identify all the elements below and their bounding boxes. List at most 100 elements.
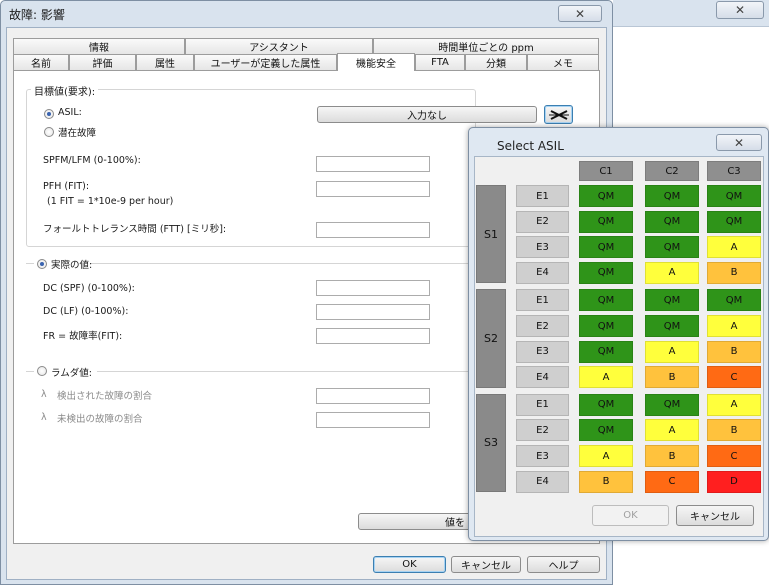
tab-assistant[interactable]: アシスタント	[185, 38, 373, 54]
asil-cell[interactable]: A	[579, 366, 633, 389]
actual-value-label: 実際の値:	[51, 260, 93, 271]
exposure-label: E2	[516, 210, 569, 233]
asil-cell[interactable]: D	[707, 470, 761, 493]
asil-radio[interactable]	[44, 109, 54, 119]
latent-fault-label: 潜在故障	[58, 128, 97, 139]
asil-cell[interactable]: C	[707, 445, 761, 467]
asil-cell[interactable]: B	[645, 445, 699, 467]
tab-ppm-per-time[interactable]: 時間単位ごとの ppm	[373, 38, 599, 54]
asil-cell[interactable]: QM	[707, 185, 761, 207]
tab-name[interactable]: 名前	[13, 54, 69, 70]
pfh-label: PFH (FIT):	[43, 181, 90, 192]
exposure-label: E1	[516, 393, 569, 416]
exposure-label: E3	[516, 236, 569, 259]
ok-button[interactable]: OK	[373, 556, 446, 573]
dialog-close-button[interactable]: ✕	[558, 5, 602, 22]
asil-cell[interactable]: A	[645, 340, 699, 363]
asil-cell[interactable]: QM	[645, 185, 699, 207]
asil-cell[interactable]: QM	[579, 419, 633, 442]
asil-cell[interactable]: QM	[579, 289, 633, 312]
dc-lf-input[interactable]	[316, 304, 430, 320]
asil-cell[interactable]: A	[707, 236, 761, 259]
asil-cell[interactable]: B	[645, 366, 699, 389]
detected-fault-input[interactable]	[316, 388, 430, 404]
dc-spf-label: DC (SPF) (0-100%):	[43, 283, 135, 294]
asil-cell[interactable]: QM	[579, 315, 633, 337]
undetected-fault-label: 未検出の故障の割合	[57, 414, 143, 425]
cancel-button[interactable]: キャンセル	[451, 556, 521, 573]
dialog-title: 故障: 影響	[9, 8, 65, 22]
exposure-label: E1	[516, 185, 569, 207]
asil-value-button[interactable]: 入力なし	[317, 106, 537, 123]
undetected-fault-input[interactable]	[316, 412, 430, 428]
asil-cell[interactable]: B	[707, 261, 761, 284]
asil-cell[interactable]: QM	[579, 236, 633, 259]
asil-cell[interactable]: B	[579, 470, 633, 493]
pfh-input[interactable]	[316, 181, 430, 197]
background-close-button[interactable]: ✕	[716, 1, 764, 19]
asil-cell[interactable]: C	[645, 470, 699, 493]
asil-cell[interactable]: A	[707, 315, 761, 337]
tab-attributes[interactable]: 属性	[136, 54, 194, 70]
asil-ok-button[interactable]: OK	[592, 505, 669, 526]
asil-cell[interactable]: QM	[707, 210, 761, 233]
tab-fta[interactable]: FTA	[415, 54, 465, 70]
asil-cell[interactable]: QM	[645, 393, 699, 416]
ftt-input[interactable]	[316, 222, 430, 238]
controllability-header: C1	[579, 161, 633, 181]
lambda-radio[interactable]	[37, 366, 47, 376]
clear-asil-button[interactable]	[544, 105, 573, 124]
asil-cell[interactable]: QM	[579, 261, 633, 284]
controllability-header: C3	[707, 161, 761, 181]
asil-cell[interactable]: C	[707, 366, 761, 389]
tab-functional-safety[interactable]: 機能安全	[337, 53, 415, 71]
severity-label: S3	[476, 393, 506, 493]
dc-spf-input[interactable]	[316, 280, 430, 296]
clear-icon	[548, 109, 569, 120]
exposure-label: E3	[516, 445, 569, 467]
asil-cell[interactable]: QM	[645, 210, 699, 233]
tab-evaluation[interactable]: 評価	[69, 54, 136, 70]
help-button[interactable]: ヘルプ	[527, 556, 600, 573]
asil-cell[interactable]: QM	[579, 210, 633, 233]
asil-cell[interactable]: QM	[645, 315, 699, 337]
tab-memo[interactable]: メモ	[527, 54, 599, 70]
exposure-label: E4	[516, 366, 569, 389]
actual-group-line-left	[26, 263, 34, 264]
ftt-label: フォールトトレランス時間 (FTT) [ミリ秒]:	[43, 224, 227, 235]
asil-cell[interactable]: A	[579, 445, 633, 467]
spfm-input[interactable]	[316, 156, 430, 172]
controllability-header: C2	[645, 161, 699, 181]
severity-label: S2	[476, 289, 506, 388]
asil-cell[interactable]: A	[645, 419, 699, 442]
asil-cell[interactable]: QM	[579, 340, 633, 363]
asil-cell[interactable]: QM	[579, 185, 633, 207]
fr-label: FR = 故障率(FIT):	[43, 331, 123, 342]
fr-input[interactable]	[316, 328, 430, 344]
asil-cancel-button[interactable]: キャンセル	[676, 505, 754, 526]
lambda-group-line-left	[26, 371, 34, 372]
lambda-icon: λ	[41, 412, 47, 423]
asil-cell[interactable]: B	[707, 340, 761, 363]
apply-value-label: 値を	[445, 518, 465, 529]
asil-cell[interactable]: QM	[707, 289, 761, 312]
actual-value-radio[interactable]	[37, 259, 47, 269]
exposure-label: E4	[516, 261, 569, 284]
tab-classification[interactable]: 分類	[465, 54, 527, 70]
target-group-label: 目標値(要求):	[31, 83, 99, 98]
asil-cell[interactable]: QM	[645, 289, 699, 312]
exposure-label: E4	[516, 470, 569, 493]
exposure-label: E1	[516, 289, 569, 312]
tab-user-attributes[interactable]: ユーザーが定義した属性	[194, 54, 337, 70]
asil-cell[interactable]: A	[645, 261, 699, 284]
tab-info[interactable]: 情報	[13, 38, 185, 54]
asil-cell[interactable]: QM	[645, 236, 699, 259]
asil-cell[interactable]: A	[707, 393, 761, 416]
lambda-group-line	[97, 371, 476, 372]
asil-cell[interactable]: B	[707, 419, 761, 442]
latent-fault-radio[interactable]	[44, 127, 54, 137]
dc-lf-label: DC (LF) (0-100%):	[43, 306, 129, 317]
close-icon: ✕	[574, 6, 586, 21]
select-asil-dialog: Select ASIL ✕ C1 C2 C3 S1 E1 QM QM QM E2 QM QM QM E3…	[468, 127, 769, 541]
asil-cell[interactable]: QM	[579, 393, 633, 416]
